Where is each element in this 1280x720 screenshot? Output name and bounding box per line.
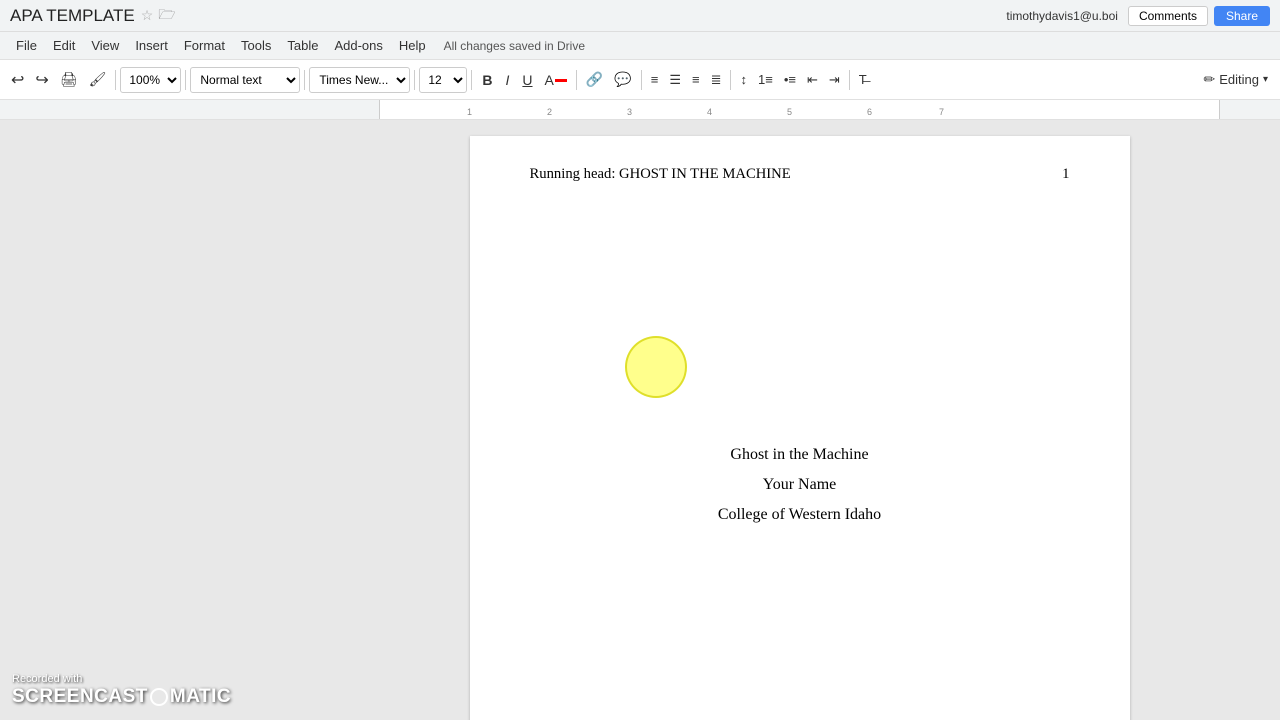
comment-button[interactable]: 💬 <box>609 66 636 94</box>
toolbar-divider-8 <box>730 70 731 90</box>
ruler-mark-2: 2 <box>547 107 552 117</box>
fontsize-selector[interactable]: 12 10 14 16 <box>419 67 467 93</box>
share-button[interactable]: Share <box>1214 6 1270 26</box>
menu-help[interactable]: Help <box>391 35 434 56</box>
menu-view[interactable]: View <box>83 35 127 56</box>
institution-name: College of Western Idaho <box>718 506 881 524</box>
running-head-text: Running head: GHOST IN THE MACHINE <box>530 166 791 183</box>
decrease-indent-button[interactable]: ⇤ <box>802 66 823 94</box>
page-number: 1 <box>1062 166 1069 183</box>
menu-edit[interactable]: Edit <box>45 35 83 56</box>
comments-button[interactable]: Comments <box>1128 6 1208 26</box>
font-color-button[interactable]: A <box>540 66 572 94</box>
autosave-status: All changes saved in Drive <box>444 39 585 53</box>
increase-indent-button[interactable]: ⇥ <box>824 66 845 94</box>
ruler-mark-7: 7 <box>939 107 944 117</box>
toolbar-divider-4 <box>414 70 415 90</box>
font-selector[interactable]: Times New... Arial Georgia <box>309 67 410 93</box>
toolbar-divider-5 <box>471 70 472 90</box>
toolbar-divider-1 <box>115 70 116 90</box>
align-left-button[interactable]: ≡ <box>646 66 664 94</box>
ruler-mark-6: 6 <box>867 107 872 117</box>
folder-icon[interactable]: 🗁 <box>158 4 175 28</box>
toolbar-divider-9 <box>849 70 850 90</box>
recorded-with-label: Recorded with <box>12 673 231 685</box>
running-head: Running head: GHOST IN THE MACHINE 1 <box>530 166 1070 183</box>
ruler-mark-4: 4 <box>707 107 712 117</box>
unordered-list-button[interactable]: •≡ <box>779 66 801 94</box>
cursor-indicator <box>625 336 687 398</box>
ordered-list-button[interactable]: 1≡ <box>753 66 778 94</box>
editing-mode-label: Editing <box>1219 72 1259 87</box>
bold-button[interactable]: B <box>476 66 498 94</box>
undo-button[interactable]: ↩ <box>6 65 29 95</box>
redo-button[interactable]: ↪ <box>30 65 53 95</box>
style-selector[interactable]: Normal text Heading 1 Heading 2 Title <box>190 67 300 93</box>
brand-text-1: SCREENCAST <box>12 686 148 708</box>
menu-table[interactable]: Table <box>279 35 326 56</box>
document-page[interactable]: Running head: GHOST IN THE MACHINE 1 Gho… <box>470 136 1130 720</box>
watermark: Recorded with SCREENCAST MATIC <box>12 673 231 708</box>
title-page-content: Ghost in the Machine Your Name College o… <box>530 446 1070 524</box>
chevron-down-icon: ▾ <box>1263 74 1268 85</box>
ruler-mark-3: 3 <box>627 107 632 117</box>
ruler-mark-1: 1 <box>467 107 472 117</box>
link-button[interactable]: 🔗 <box>581 66 608 94</box>
toolbar-divider-7 <box>641 70 642 90</box>
line-spacing-button[interactable]: ↕ <box>735 66 752 94</box>
toolbar-divider-6 <box>576 70 577 90</box>
menu-file[interactable]: File <box>8 35 45 56</box>
menu-insert[interactable]: Insert <box>127 35 176 56</box>
author-name: Your Name <box>763 476 836 494</box>
ruler-bar <box>379 100 1220 119</box>
underline-button[interactable]: U <box>516 66 538 94</box>
doc-title: APA TEMPLATE <box>10 6 135 26</box>
brand-name: SCREENCAST MATIC <box>12 686 231 708</box>
left-panel <box>0 120 319 720</box>
zoom-selector[interactable]: 100% 75% 150% <box>120 67 181 93</box>
paper-title: Ghost in the Machine <box>730 446 868 464</box>
align-center-button[interactable]: ☰ <box>664 66 686 94</box>
print-button[interactable]: 🖨 <box>55 65 83 95</box>
menu-tools[interactable]: Tools <box>233 35 279 56</box>
editing-mode-indicator[interactable]: ✏ Editing ▾ <box>1203 71 1268 88</box>
italic-button[interactable]: I <box>500 66 516 94</box>
brand-text-2: MATIC <box>170 686 231 708</box>
menu-addons[interactable]: Add-ons <box>326 35 390 56</box>
toolbar-divider-3 <box>304 70 305 90</box>
star-icon[interactable]: ☆ <box>141 7 154 24</box>
menu-format[interactable]: Format <box>176 35 233 56</box>
document-area[interactable]: Running head: GHOST IN THE MACHINE 1 Gho… <box>319 120 1280 720</box>
justify-button[interactable]: ≣ <box>706 66 727 94</box>
brand-circle-icon <box>150 688 168 706</box>
format-paint-button[interactable]: 🖌 <box>84 65 112 95</box>
ruler-mark-5: 5 <box>787 107 792 117</box>
user-email: timothydavis1@u.boi <box>1006 9 1118 23</box>
clear-format-button[interactable]: T̶ <box>854 66 872 94</box>
toolbar-divider-2 <box>185 70 186 90</box>
align-right-button[interactable]: ≡ <box>687 66 705 94</box>
pencil-icon: ✏ <box>1203 71 1215 88</box>
